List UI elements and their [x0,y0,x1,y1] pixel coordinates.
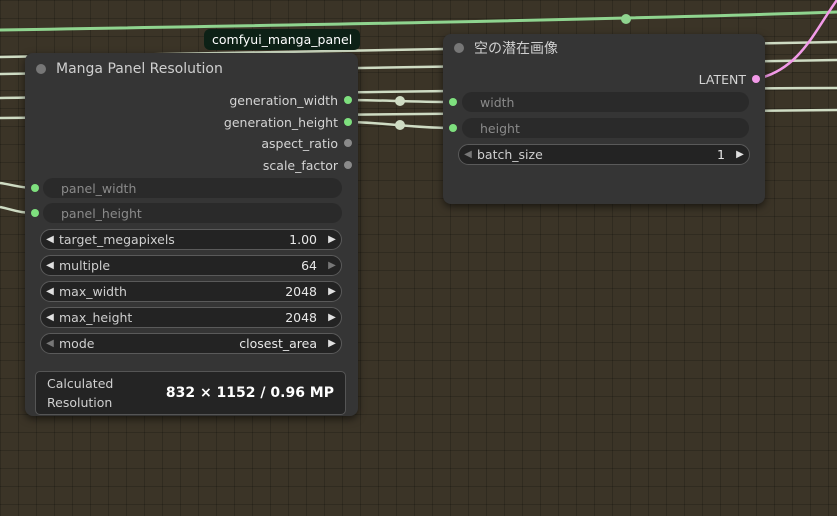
input-label: panel_width [61,180,137,196]
output-slot-icon[interactable] [344,118,352,126]
widget-label: multiple [59,258,111,273]
widget-value: 64 [301,258,317,273]
calculated-resolution-display: Calculated Resolution 832 × 1152 / 0.96 … [35,371,346,415]
node-title-bar[interactable]: 空の潜在画像 [443,34,765,62]
input-label: height [480,120,520,136]
output-slot-icon[interactable] [752,75,760,83]
increment-arrow-icon[interactable]: ▶ [323,312,341,323]
widget-value: 2048 [285,284,317,299]
widget-max-height[interactable]: ◀ max_height 2048 ▶ [40,307,342,328]
output-generation-width[interactable]: generation_width [229,90,352,110]
output-label: LATENT [698,71,746,87]
output-scale-factor[interactable]: scale_factor [263,155,352,175]
output-slot-icon[interactable] [344,139,352,147]
widget-mode[interactable]: ◀ mode closest_area ▶ [40,333,342,354]
widget-label: target_megapixels [59,232,175,247]
result-label: Calculated Resolution [47,374,137,412]
wire-height-midpoint[interactable] [395,120,405,130]
node-title-bar[interactable]: Manga Panel Resolution [25,53,358,85]
widget-value: 1.00 [289,232,317,247]
decrement-arrow-icon[interactable]: ◀ [41,260,59,271]
output-label: aspect_ratio [261,135,338,151]
widget-label: batch_size [477,147,543,162]
output-slot-icon[interactable] [344,96,352,104]
widget-multiple[interactable]: ◀ multiple 64 ▶ [40,255,342,276]
increment-arrow-icon[interactable]: ▶ [731,149,749,160]
decrement-arrow-icon[interactable]: ◀ [41,312,59,323]
group-title-tag[interactable]: comfyui_manga_panel [204,29,361,50]
increment-arrow-icon[interactable]: ▶ [323,286,341,297]
wire-width-midpoint[interactable] [395,96,405,106]
collapse-dot-icon[interactable] [36,64,46,74]
widget-target-megapixels[interactable]: ◀ target_megapixels 1.00 ▶ [40,229,342,250]
output-label: generation_height [223,114,338,130]
widget-batch-size[interactable]: ◀ batch_size 1 ▶ [458,144,750,165]
manga-panel-resolution-node[interactable]: Manga Panel Resolution generation_width … [25,53,358,416]
input-slot-icon[interactable] [449,124,457,132]
decrement-arrow-icon[interactable]: ◀ [459,149,477,160]
result-value: 832 × 1152 / 0.96 MP [165,385,334,401]
output-label: scale_factor [262,157,338,173]
widget-label: max_width [59,284,127,299]
widget-value: 2048 [285,310,317,325]
widget-label: mode [59,336,95,351]
decrement-arrow-icon[interactable]: ◀ [41,338,59,349]
input-height[interactable]: height [462,118,749,138]
widget-value: closest_area [239,336,317,351]
increment-arrow-icon[interactable]: ▶ [323,234,341,245]
output-aspect-ratio[interactable]: aspect_ratio [261,133,352,153]
input-slot-icon[interactable] [449,98,457,106]
input-label: panel_height [61,205,142,221]
result-label-line1: Calculated [47,376,114,391]
output-label: generation_width [229,92,338,108]
wire-top-green [0,10,837,32]
collapse-dot-icon[interactable] [454,43,464,53]
output-slot-icon[interactable] [344,161,352,169]
result-label-line2: Resolution [47,395,113,410]
input-width[interactable]: width [462,92,749,112]
node-title: Manga Panel Resolution [56,61,223,77]
output-generation-height[interactable]: generation_height [224,112,352,132]
input-slot-icon[interactable] [31,184,39,192]
widget-label: max_height [59,310,133,325]
input-panel-width[interactable]: panel_width [43,178,342,198]
increment-arrow-icon[interactable]: ▶ [323,260,341,271]
input-panel-height[interactable]: panel_height [43,203,342,223]
widget-value: 1 [717,147,725,162]
widget-max-width[interactable]: ◀ max_width 2048 ▶ [40,281,342,302]
input-label: width [480,94,515,110]
output-latent[interactable]: LATENT [699,69,760,89]
decrement-arrow-icon[interactable]: ◀ [41,234,59,245]
node-title: 空の潜在画像 [474,41,558,57]
decrement-arrow-icon[interactable]: ◀ [41,286,59,297]
wire-reroute-dot[interactable] [621,14,631,24]
empty-latent-image-node[interactable]: 空の潜在画像 LATENT width height ◀ batch_size … [443,34,765,204]
increment-arrow-icon[interactable]: ▶ [323,338,341,349]
input-slot-icon[interactable] [31,209,39,217]
